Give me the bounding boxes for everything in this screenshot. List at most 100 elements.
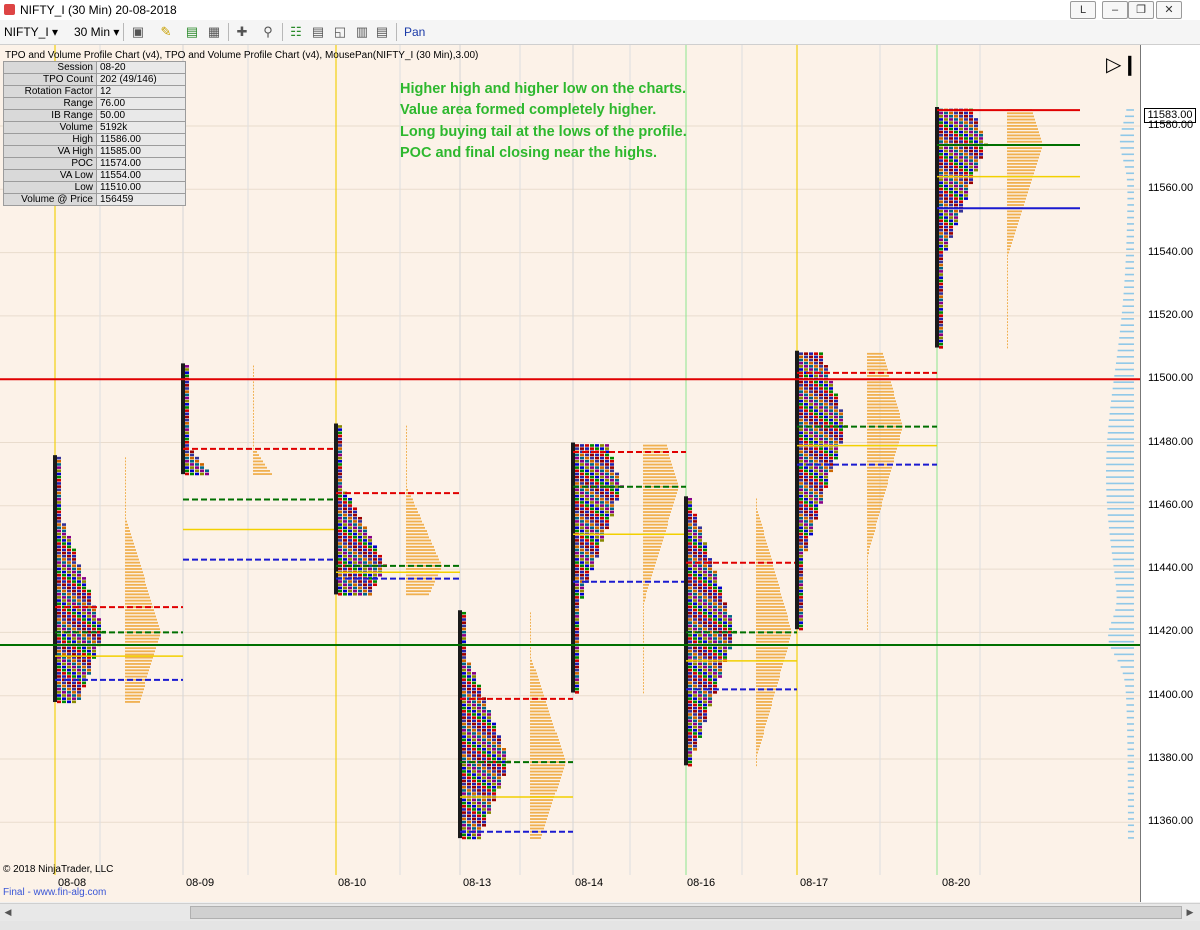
tpo-block	[698, 577, 702, 580]
tpo-block	[575, 545, 579, 549]
link-button[interactable]: L	[1070, 1, 1096, 19]
volume-profile-bar	[1007, 327, 1008, 330]
volume-profile-bar	[867, 476, 889, 479]
tpo-block	[472, 792, 476, 795]
tpo-block	[949, 130, 953, 134]
pan-mode-label[interactable]: Pan	[404, 23, 425, 41]
zoom-icon[interactable]: ⚲	[260, 24, 276, 40]
volume-profile-bar	[756, 615, 788, 618]
tpo-block	[87, 662, 91, 666]
crosshair-icon[interactable]: ✚	[234, 24, 250, 40]
tpo-block	[67, 665, 71, 669]
info-row: VA Low 11554.00	[3, 169, 186, 182]
volume-profile-bar	[867, 403, 897, 406]
tpo-block	[814, 403, 818, 406]
tpo-block	[57, 687, 61, 691]
tpo-block	[804, 396, 808, 400]
tpo-block	[799, 380, 803, 384]
tpo-block	[688, 681, 692, 685]
scrollbar-thumb[interactable]	[190, 906, 1182, 919]
template-icon[interactable]: ◱	[332, 24, 348, 40]
close-button[interactable]: ✕	[1156, 1, 1182, 19]
interval-selector[interactable]: 30 Min ▾	[74, 23, 119, 41]
tpo-block	[580, 456, 584, 460]
scroll-left-icon[interactable]: ◀	[2, 906, 14, 918]
tpo-block	[338, 444, 342, 447]
volume-profile-bar	[530, 742, 560, 744]
tpo-block	[378, 554, 382, 558]
tpo-block	[580, 482, 584, 485]
tpo-block	[944, 156, 948, 159]
tpo-block	[67, 672, 71, 675]
tpo-block	[72, 561, 76, 564]
scroll-right-icon[interactable]: ▶	[1184, 906, 1196, 918]
tpo-block	[343, 567, 347, 571]
volume-profile-bar	[125, 653, 154, 656]
tpo-block	[462, 719, 466, 723]
tpo-block	[799, 624, 803, 628]
data-box-icon[interactable]: ▤	[310, 24, 326, 40]
tpo-block	[939, 216, 943, 219]
window-title: NIFTY_I (30 Min) 20-08-2018	[20, 3, 177, 17]
tpo-block	[82, 672, 86, 675]
properties-icon[interactable]: ☷	[288, 24, 304, 40]
tpo-block	[698, 535, 702, 539]
y-tick-label: 11400.00	[1148, 688, 1194, 701]
tpo-block	[819, 469, 823, 473]
horizontal-scrollbar[interactable]: ◀ ▶	[0, 903, 1200, 921]
volume-profile-bar	[125, 485, 126, 488]
volume-profile-bar	[643, 647, 644, 650]
minimize-button[interactable]: –	[1102, 1, 1128, 19]
volume-profile-bar	[756, 704, 772, 706]
volume-profile-bar	[756, 723, 766, 725]
volume-profile-bar	[643, 577, 651, 580]
tpo-block	[703, 615, 707, 618]
tpo-block	[693, 567, 697, 571]
go-to-end-icon[interactable]: ▷❙	[1106, 52, 1138, 77]
document-icon[interactable]: ▤	[374, 24, 390, 40]
strategy-icon[interactable]: ▦	[206, 24, 222, 40]
tpo-block	[799, 558, 803, 561]
instrument-selector[interactable]: NIFTY_I ▾	[4, 23, 58, 41]
tpo-block	[77, 592, 81, 596]
tpo-block	[472, 700, 476, 704]
tpo-block	[829, 418, 833, 422]
tpo-block	[595, 516, 599, 520]
restore-button[interactable]: ❐	[1128, 1, 1154, 19]
volume-profile-bar	[406, 523, 424, 526]
tpo-block	[819, 494, 823, 498]
tpo-block	[814, 510, 818, 514]
volume-profile-bar	[406, 593, 429, 596]
tpo-block	[185, 390, 189, 393]
indicator-icon[interactable]: ▤	[184, 24, 200, 40]
composite-profile-bar	[1108, 425, 1134, 428]
volume-profile-bar	[643, 631, 644, 634]
tpo-block	[974, 162, 978, 166]
tpo-block	[964, 127, 968, 131]
pencil-icon[interactable]: ✎	[158, 24, 174, 40]
volume-profile-bar	[867, 558, 868, 561]
tpo-block	[944, 241, 948, 245]
composite-profile-bar	[1110, 406, 1134, 409]
tpo-block	[799, 507, 803, 511]
volume-profile-bar	[756, 672, 780, 675]
tpo-block	[82, 577, 86, 580]
bar-type-icon[interactable]: ▣	[130, 24, 146, 40]
tpo-block	[974, 118, 978, 121]
tpo-block	[497, 744, 501, 748]
volume-profile-bar	[643, 495, 676, 498]
tpo-block	[723, 602, 727, 606]
tpo-block	[97, 621, 101, 625]
tpo-block	[834, 453, 838, 457]
volume-profile-bar	[530, 833, 542, 836]
tpo-block	[590, 558, 594, 561]
tpo-block	[97, 624, 101, 628]
tpo-block	[57, 627, 61, 631]
tpo-block	[698, 539, 702, 542]
tpo-block	[839, 409, 843, 412]
print-icon[interactable]: ▥	[354, 24, 370, 40]
tpo-block	[472, 773, 476, 776]
tpo-block	[979, 156, 983, 159]
annotation-line: Long buying tail at the lows of the prof…	[400, 123, 687, 140]
tpo-block	[688, 691, 692, 694]
